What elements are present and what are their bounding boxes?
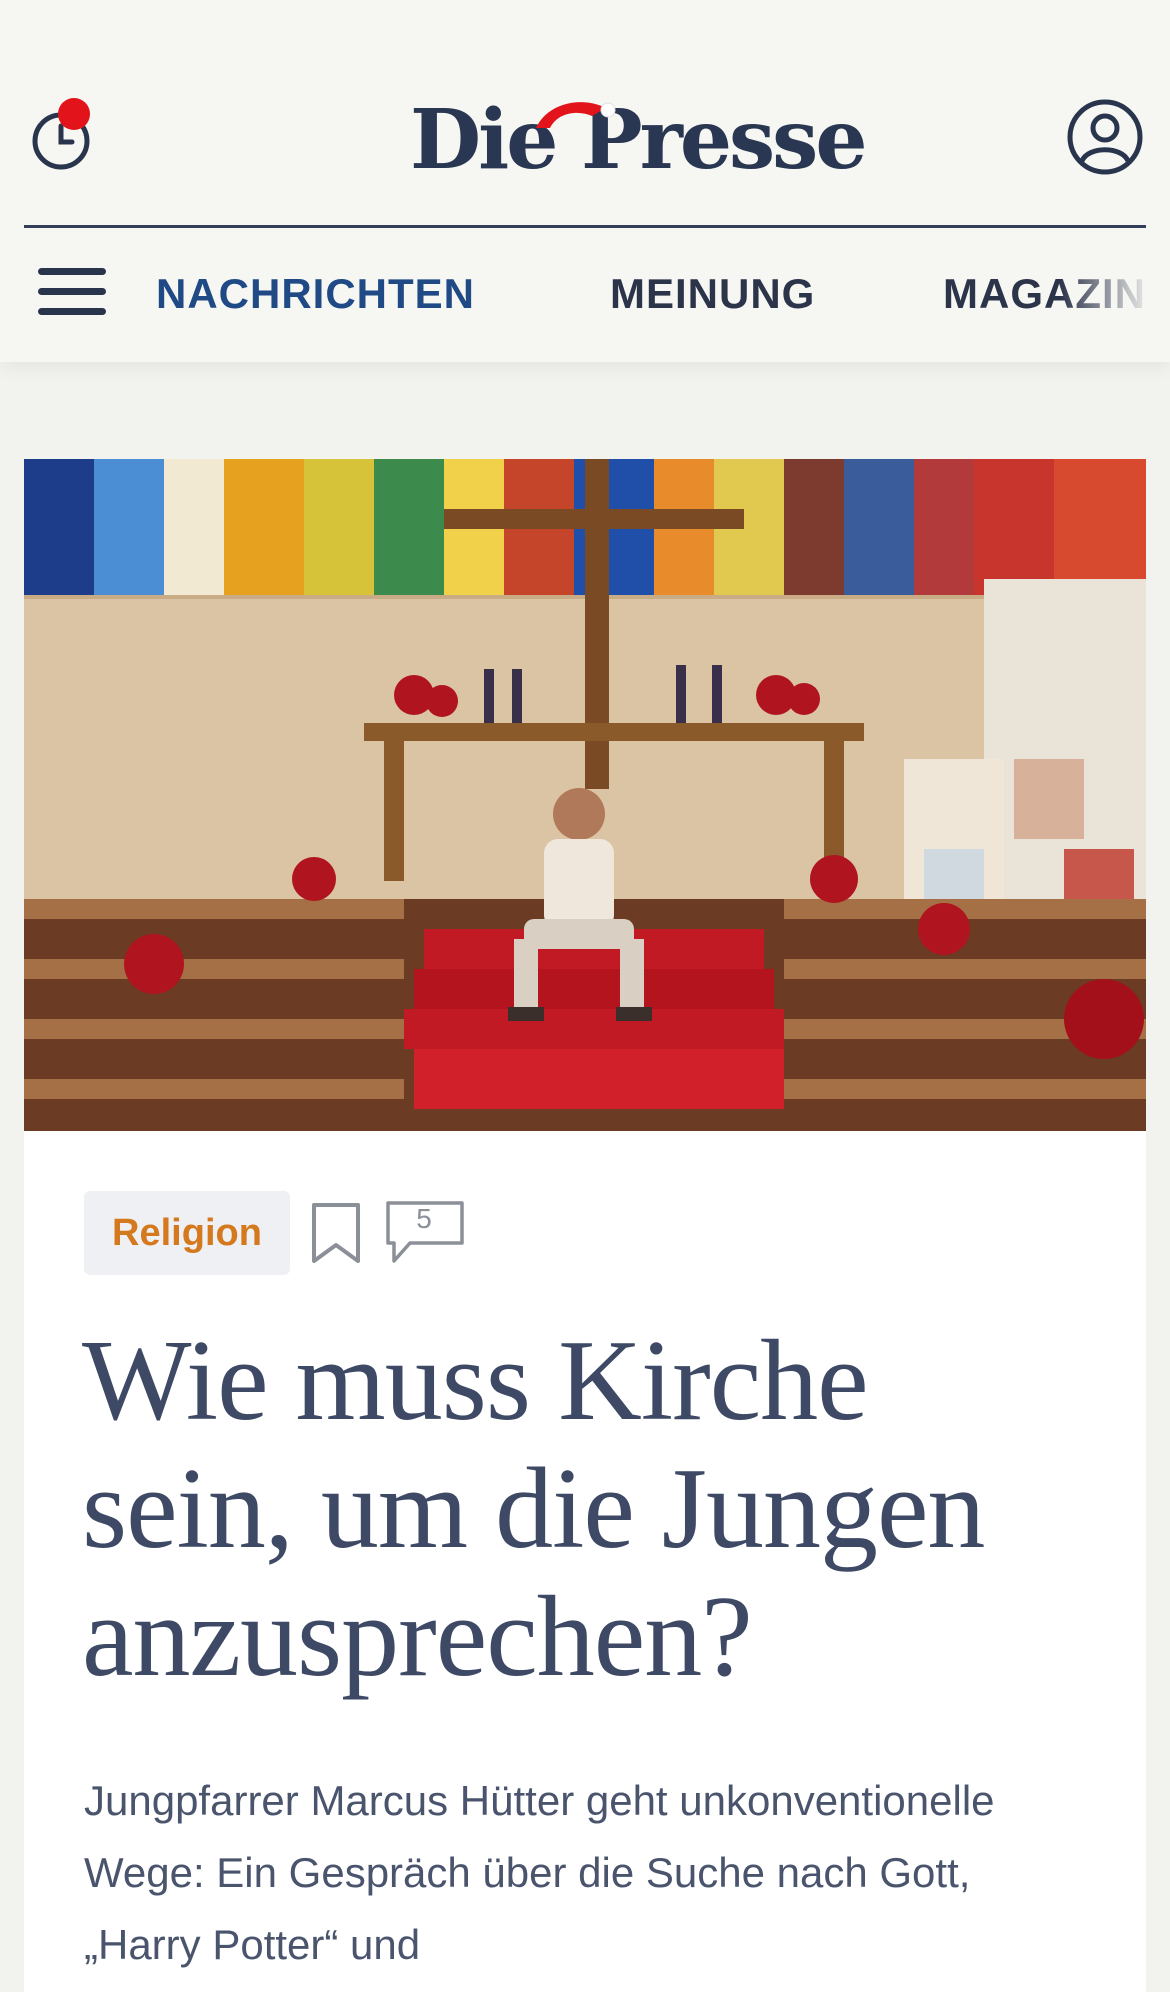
nav-scroll-fade bbox=[1060, 228, 1170, 362]
comments-button[interactable]: 5 bbox=[384, 1199, 466, 1265]
nav-item-nachrichten[interactable]: NACHRICHTEN bbox=[156, 270, 475, 318]
main-nav: NACHRICHTEN MEINUNG MAGAZIN bbox=[0, 228, 1170, 362]
top-bar: Die Presse bbox=[0, 0, 1170, 226]
article-headline[interactable]: Wie muss Kirche sein, um die Jungen anzu… bbox=[82, 1317, 1082, 1701]
hero-image[interactable] bbox=[24, 459, 1146, 1131]
logo-text: Die Presse bbox=[410, 92, 868, 188]
site-header: Die Presse NACHRICHTEN MEINUNG MAGAZIN bbox=[0, 0, 1170, 362]
category-tag[interactable]: Religion bbox=[84, 1191, 290, 1275]
comment-count: 5 bbox=[416, 1203, 432, 1234]
article-card[interactable]: Religion 5 Wie muss Kirche sein, um die … bbox=[24, 459, 1146, 1992]
notification-dot bbox=[58, 98, 90, 130]
article-teaser: Jungpfarrer Marcus Hütter geht unkonvent… bbox=[84, 1777, 995, 1968]
church-photo bbox=[24, 459, 1146, 1131]
santa-hat-icon bbox=[536, 102, 616, 128]
hamburger-icon[interactable] bbox=[38, 268, 106, 320]
bookmark-icon bbox=[312, 1203, 360, 1263]
bookmark-button[interactable] bbox=[310, 1201, 362, 1265]
profile-button[interactable] bbox=[1066, 98, 1144, 176]
category-label: Religion bbox=[112, 1212, 262, 1254]
user-icon bbox=[1067, 99, 1143, 175]
nav-item-meinung[interactable]: MEINUNG bbox=[610, 270, 815, 318]
site-logo[interactable]: Die Presse bbox=[410, 92, 868, 188]
